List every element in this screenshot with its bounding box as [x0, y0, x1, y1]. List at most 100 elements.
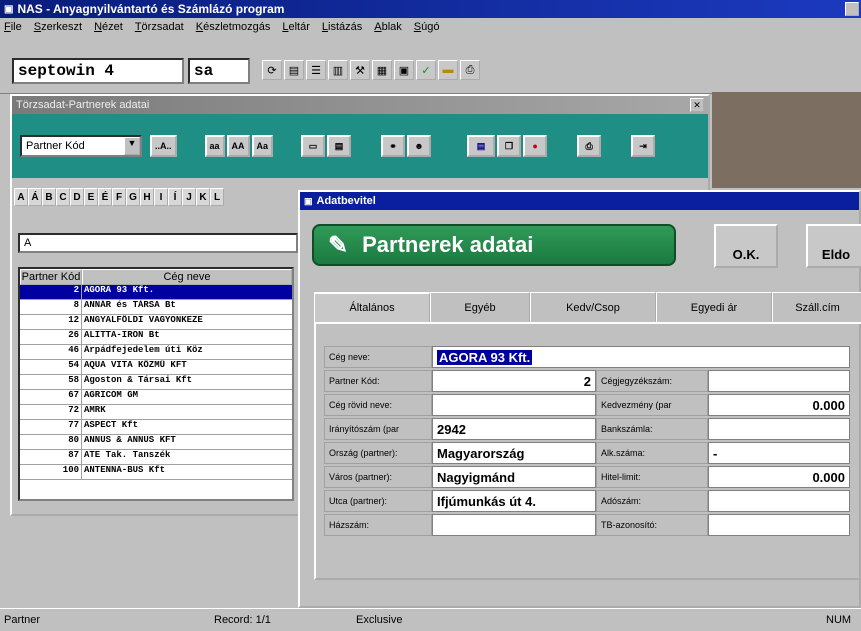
user-field[interactable]: sa [188, 58, 250, 84]
delete-icon[interactable]: ● [523, 135, 548, 157]
exit-icon[interactable]: ⇥ [631, 135, 656, 157]
adoszam-field[interactable] [708, 490, 850, 512]
hitellimit-field[interactable]: 0.000 [708, 466, 850, 488]
close-icon[interactable]: ✕ [690, 98, 704, 112]
list-icon[interactable]: ☰ [306, 60, 326, 80]
tab-kedv-csop[interactable]: Kedv/Csop [530, 292, 656, 322]
tab-egyeb[interactable]: Egyéb [430, 292, 530, 322]
table-row[interactable]: 2 AGORA 93 Kft. [20, 285, 292, 300]
uppercase-button[interactable]: AA [226, 135, 250, 157]
letter-f[interactable]: F [112, 188, 126, 206]
print-icon[interactable]: ⎙ [577, 135, 602, 157]
rovid-nev-label: Cég rövid neve: [324, 394, 432, 416]
tools-icon[interactable]: ⚒ [350, 60, 370, 80]
form-view-icon[interactable]: ▭ [301, 135, 326, 157]
bankszamla-field[interactable] [708, 418, 850, 440]
table-row[interactable]: 77 ASPECT Kft [20, 420, 292, 435]
menu-listazas[interactable]: Listázás [322, 21, 362, 33]
row-name: ANTENNA-BUS Kft [84, 465, 166, 475]
row-code: 77 [20, 420, 82, 434]
search-input[interactable]: A [18, 233, 298, 253]
table-row[interactable]: 100 ANTENNA-BUS Kft [20, 465, 292, 480]
table-row[interactable]: 54 AQUA VITA KÖZMŰ KFT [20, 360, 292, 375]
menu-ablak[interactable]: Ablak [374, 21, 402, 33]
menu-torzsadat[interactable]: Törzsadat [135, 21, 184, 33]
app-title: NAS - Anyagnyilvántartó és Számlázó prog… [17, 2, 285, 16]
letter-j[interactable]: J [182, 188, 196, 206]
table-row[interactable]: 67 AGRICOM GM [20, 390, 292, 405]
letter-a[interactable]: A [14, 188, 28, 206]
letter-i[interactable]: I [154, 188, 168, 206]
copy-icon[interactable]: ❐ [497, 135, 522, 157]
alkszama-field[interactable]: - [708, 442, 850, 464]
new-record-icon[interactable]: ▤ [467, 135, 496, 157]
table-row[interactable]: 80 ANNUS & ANNUS KFT [20, 435, 292, 450]
book-icon[interactable]: ▥ [328, 60, 348, 80]
table-row[interactable]: 8 ANNÁR és TÁRSA Bt [20, 300, 292, 315]
menu-keszletmozgas[interactable]: Készletmozgás [196, 21, 271, 33]
letter-l[interactable]: L [210, 188, 224, 206]
tab-altalanos[interactable]: Általános [314, 292, 430, 322]
row-name: AMRK [84, 405, 106, 415]
table-row[interactable]: 46 Árpádfejedelem úti Köz [20, 345, 292, 360]
status-num-lock: NUM [826, 614, 852, 626]
tb-azonosito-field[interactable] [708, 514, 850, 536]
window-control[interactable] [845, 2, 859, 16]
hazszam-field[interactable] [432, 514, 596, 536]
menu-nezet[interactable]: Nézet [94, 21, 123, 33]
document-icon[interactable]: ▦ [372, 60, 392, 80]
ceg-neve-field[interactable]: AGORA 93 Kft. [432, 346, 850, 368]
letter-i-accent[interactable]: Í [168, 188, 182, 206]
column-header-name[interactable]: Cég neve [82, 269, 292, 285]
lowercase-button[interactable]: aa [204, 135, 225, 157]
kedvezmeny-field[interactable]: 0.000 [708, 394, 850, 416]
letter-d[interactable]: D [70, 188, 84, 206]
table-row[interactable]: 26 ALITTA-IRON Bt [20, 330, 292, 345]
table-row[interactable]: 87 ATE Tak. Tanszék [20, 450, 292, 465]
letter-b[interactable]: B [42, 188, 56, 206]
rovid-nev-field[interactable] [432, 394, 596, 416]
search-person-icon[interactable]: ☻ [407, 135, 432, 157]
letter-k[interactable]: K [196, 188, 210, 206]
print-icon[interactable]: ⎙ [460, 60, 480, 80]
iranyitoszam-field[interactable]: 2942 [432, 418, 596, 440]
menu-leltar[interactable]: Leltár [282, 21, 310, 33]
database-field[interactable]: septowin 4 [12, 58, 184, 84]
table-row[interactable]: 12 ANGYALFÖLDI VAGYONKEZE [20, 315, 292, 330]
row-name: ASPECT Kft [84, 420, 139, 430]
letter-c[interactable]: C [56, 188, 70, 206]
letter-g[interactable]: G [126, 188, 140, 206]
folder-icon[interactable]: ▬ [438, 60, 458, 80]
tab-szall-cim[interactable]: Száll.cím [772, 292, 861, 322]
table-view-icon[interactable]: ▤ [327, 135, 352, 157]
letter-a-accent[interactable]: Á [28, 188, 42, 206]
cegjegyzekszam-field[interactable] [708, 370, 850, 392]
tab-egyedi-ar[interactable]: Egyedi ár [656, 292, 772, 322]
toolbar-icons: ⟳ ▤ ☰ ▥ ⚒ ▦ ▣ ✓ ▬ ⎙ [262, 60, 482, 80]
calculator-icon[interactable]: ▣ [394, 60, 414, 80]
ok-button[interactable]: O.K. [714, 224, 778, 268]
table-row[interactable]: 72 AMRK [20, 405, 292, 420]
table-row[interactable]: 58 Ágoston & Társai Kft [20, 375, 292, 390]
sort-field-select[interactable]: Partner Kód ▼ [20, 135, 142, 157]
refresh-icon[interactable]: ⟳ [262, 60, 282, 80]
cancel-button[interactable]: Eldo [806, 224, 861, 268]
menu-szerkeszt[interactable]: Szerkeszt [34, 21, 82, 33]
letter-e-accent[interactable]: É [98, 188, 112, 206]
column-header-code[interactable]: Partner Kód [20, 269, 82, 285]
letter-h[interactable]: H [140, 188, 154, 206]
menu-sugo[interactable]: Súgó [414, 21, 440, 33]
binoculars-icon[interactable]: ⚭ [381, 135, 406, 157]
chevron-down-icon[interactable]: ▼ [124, 137, 140, 155]
find-a-button[interactable]: ..A.. [150, 135, 177, 157]
check-icon[interactable]: ✓ [416, 60, 436, 80]
orszag-field[interactable]: Magyarország [432, 442, 596, 464]
utca-field[interactable]: Ifjúmunkás út 4. [432, 490, 596, 512]
titlecase-button[interactable]: Aa [251, 135, 274, 157]
chart-icon[interactable]: ▤ [284, 60, 304, 80]
menu-file[interactable]: File [4, 21, 22, 33]
data-entry-dialog: ▣ Adatbevitel ✎ Partnerek adatai O.K. El… [298, 190, 861, 608]
letter-e[interactable]: E [84, 188, 98, 206]
varos-field[interactable]: Nagyigmánd [432, 466, 596, 488]
partner-kod-field[interactable]: 2 [432, 370, 596, 392]
